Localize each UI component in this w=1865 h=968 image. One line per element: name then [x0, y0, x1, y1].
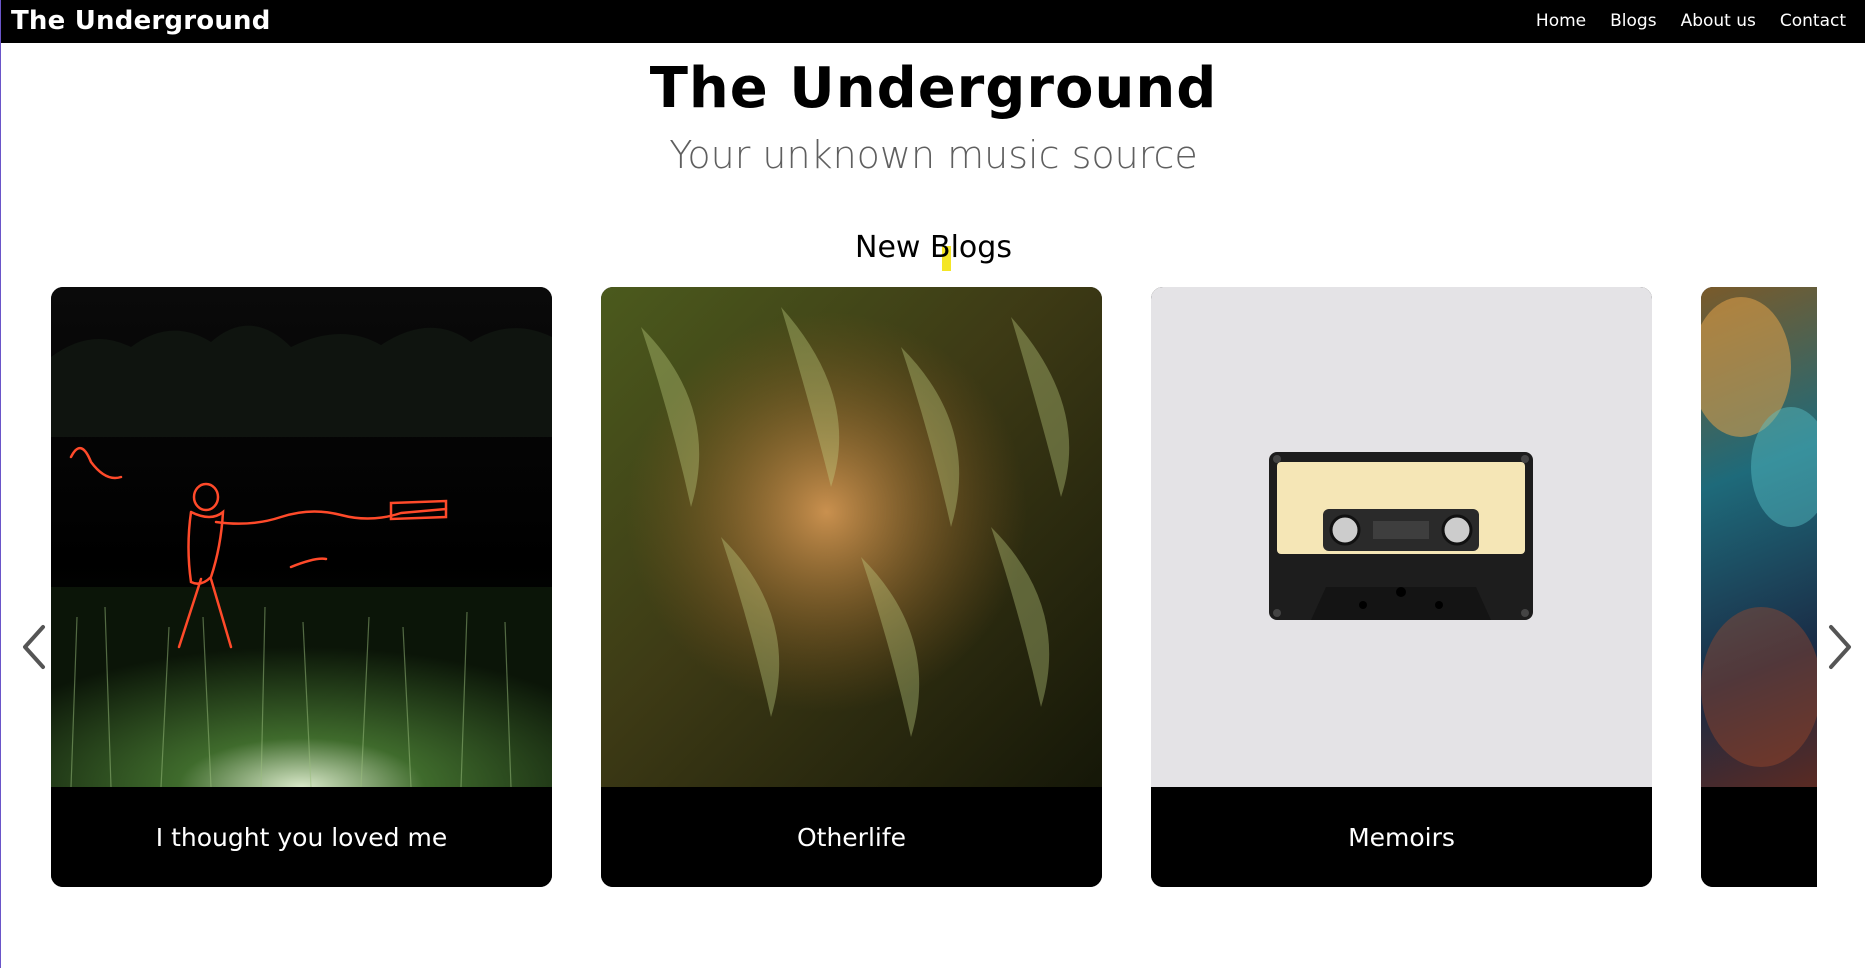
nav-link-contact[interactable]: Contact	[1780, 11, 1846, 31]
chevron-left-icon	[23, 625, 45, 669]
blog-card[interactable]	[1701, 287, 1817, 887]
blog-card-title: Memoirs	[1151, 787, 1652, 887]
brand-logo[interactable]: The Underground	[11, 6, 271, 36]
nav-link-blogs[interactable]: Blogs	[1610, 11, 1656, 31]
cassette-tape-image	[1151, 287, 1652, 787]
blog-card[interactable]: Memoirs	[1151, 287, 1652, 887]
hero-title: The Underground	[649, 56, 1218, 121]
green-light-streaks-image	[601, 287, 1102, 787]
carousel-track: I thought you loved me Otherlife Memoirs	[51, 287, 1817, 887]
nav-links: Home Blogs About us Contact	[1536, 11, 1846, 31]
section-title: New Blogs	[855, 230, 1012, 265]
blog-carousel: I thought you loved me Otherlife Memoirs	[1, 287, 1865, 887]
carousel-prev-button[interactable]	[13, 617, 53, 677]
blog-card-title	[1701, 787, 1817, 887]
nebula-image	[1701, 287, 1817, 787]
chevron-right-icon	[1829, 625, 1851, 669]
hero-subtitle: Your unknown music source	[669, 133, 1198, 177]
blog-card-title: Otherlife	[601, 787, 1102, 887]
nav-link-about-us[interactable]: About us	[1681, 11, 1756, 31]
carousel-next-button[interactable]	[1821, 617, 1861, 677]
blog-card-title: I thought you loved me	[51, 787, 552, 887]
blog-card[interactable]: Otherlife	[601, 287, 1102, 887]
page: The Underground Home Blogs About us Cont…	[0, 0, 1865, 968]
light-painting-figure-image	[51, 287, 552, 788]
blog-card[interactable]: I thought you loved me	[51, 287, 552, 887]
top-navbar: The Underground Home Blogs About us Cont…	[1, 0, 1865, 43]
nav-link-home[interactable]: Home	[1536, 11, 1586, 31]
